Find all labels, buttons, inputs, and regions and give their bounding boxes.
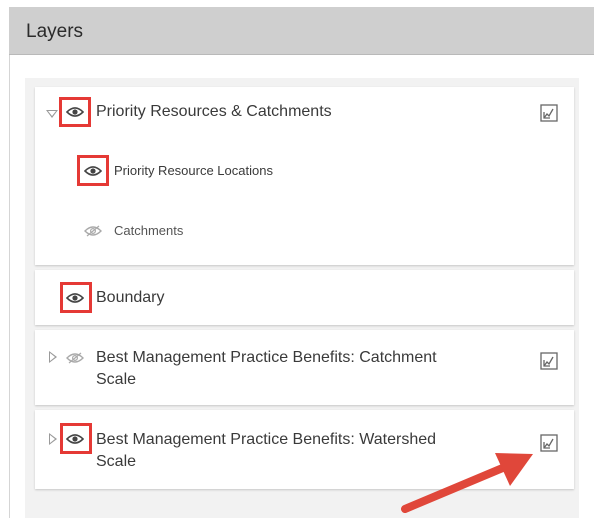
layer-label-bmp-watershed-line2: Scale (96, 453, 137, 470)
highlight-box (59, 97, 91, 127)
legend-icon[interactable] (540, 104, 558, 122)
eye-off-icon[interactable] (84, 225, 102, 237)
layer-label-boundary: Boundary (96, 289, 165, 306)
panel-title: Layers (26, 21, 84, 42)
highlight-box (77, 155, 109, 186)
layer-label-bmp-catchment-line2: Scale (96, 371, 137, 388)
sublayer-label-catchments: Catchments (114, 223, 184, 238)
caret-down-icon[interactable] (46, 110, 58, 118)
layer-label-priority-resources: Priority Resources & Catchments (96, 103, 332, 120)
legend-icon[interactable] (540, 434, 558, 452)
caret-right-icon[interactable] (49, 433, 57, 445)
red-arrow-icon (401, 453, 533, 513)
caret-right-icon[interactable] (49, 351, 57, 363)
layer-label-bmp-catchment: Best Management Practice Benefits: Catch… (96, 349, 437, 366)
eye-off-icon[interactable] (66, 352, 84, 364)
highlight-box (60, 282, 92, 313)
highlight-box (60, 423, 92, 454)
sublayer-label-priority-resource-locations: Priority Resource Locations (114, 163, 273, 178)
legend-icon[interactable] (540, 352, 558, 370)
layers-header: Layers (9, 7, 594, 55)
layer-label-bmp-watershed: Best Management Practice Benefits: Water… (96, 431, 437, 448)
